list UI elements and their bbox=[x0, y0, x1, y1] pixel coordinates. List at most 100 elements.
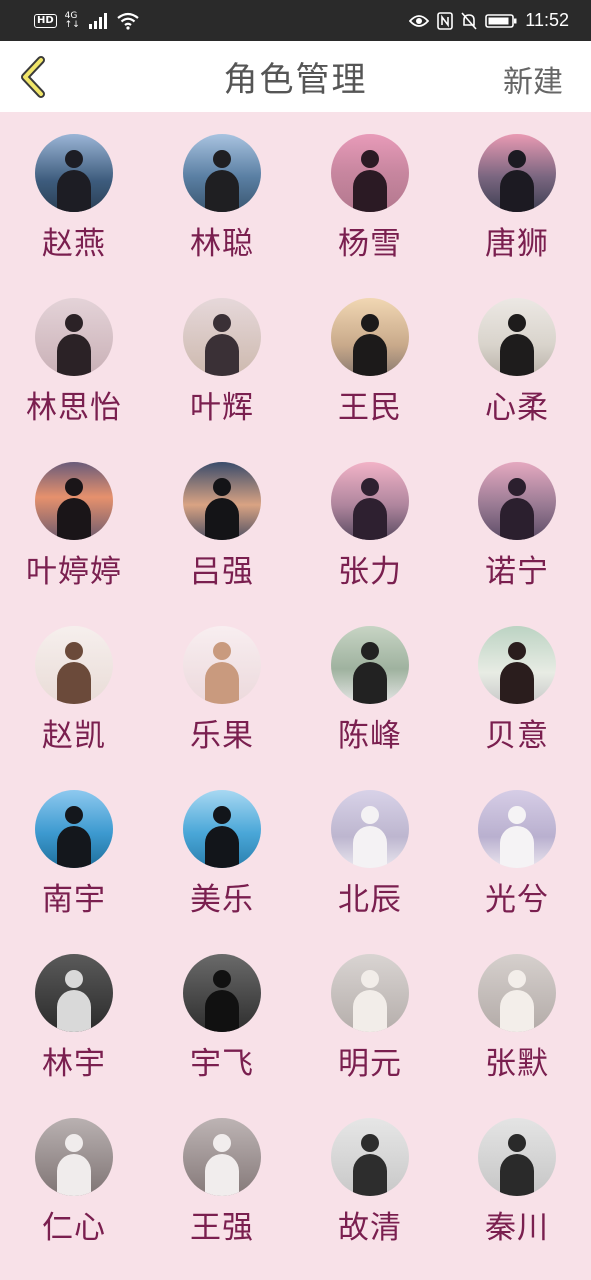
avatar-figure-head bbox=[361, 1134, 379, 1152]
avatar-figure-head bbox=[213, 970, 231, 988]
avatar-figure-body bbox=[205, 498, 239, 540]
nav-bar: 角色管理 新建 bbox=[0, 41, 591, 112]
character-item[interactable]: 吕强 bbox=[148, 440, 296, 604]
character-item[interactable]: 赵凯 bbox=[0, 604, 148, 768]
character-item[interactable]: 宇飞 bbox=[148, 932, 296, 1096]
status-bar: HD 4G ↑↓ 11:52 bbox=[0, 0, 591, 41]
character-item[interactable]: 美乐 bbox=[148, 768, 296, 932]
avatar-figure-head bbox=[508, 970, 526, 988]
character-item[interactable]: 诺宁 bbox=[443, 440, 591, 604]
character-avatar bbox=[35, 954, 113, 1032]
character-avatar bbox=[331, 462, 409, 540]
character-item[interactable]: 叶婷婷 bbox=[0, 440, 148, 604]
avatar-figure-body bbox=[57, 990, 91, 1032]
character-name: 林聪 bbox=[190, 226, 254, 262]
character-name: 唐狮 bbox=[485, 226, 549, 262]
character-name: 乐果 bbox=[190, 718, 254, 754]
character-item[interactable]: 南宇 bbox=[0, 768, 148, 932]
character-name: 美乐 bbox=[190, 882, 254, 918]
avatar-figure-head bbox=[508, 150, 526, 168]
status-time: 11:52 bbox=[525, 10, 569, 30]
chevron-left-icon bbox=[21, 56, 45, 98]
character-item[interactable]: 王强 bbox=[148, 1096, 296, 1260]
avatar-figure-body bbox=[57, 826, 91, 868]
avatar-figure-body bbox=[57, 334, 91, 376]
character-name: 陈峰 bbox=[338, 718, 402, 754]
character-avatar bbox=[478, 462, 556, 540]
character-avatar bbox=[478, 134, 556, 212]
character-item[interactable]: 张默 bbox=[443, 932, 591, 1096]
network-type: 4G ↑↓ bbox=[65, 11, 80, 30]
character-avatar bbox=[183, 462, 261, 540]
avatar-figure-body bbox=[57, 662, 91, 704]
character-item[interactable]: 林聪 bbox=[148, 112, 296, 276]
avatar-figure-head bbox=[508, 642, 526, 660]
character-avatar bbox=[35, 462, 113, 540]
character-avatar bbox=[331, 1118, 409, 1196]
status-left: HD 4G ↑↓ bbox=[34, 11, 140, 30]
avatar-figure-head bbox=[213, 642, 231, 660]
character-grid: 赵燕 林聪 杨雪 唐狮林思怡 叶辉 王民 心柔叶婷婷 吕强 张力 诺宁赵凯 乐果 陈峰 贝意南宇 美乐 北辰… bbox=[0, 112, 591, 1280]
character-item[interactable]: 北辰 bbox=[296, 768, 444, 932]
character-item[interactable]: 明元 bbox=[296, 932, 444, 1096]
character-item[interactable]: 心柔 bbox=[443, 276, 591, 440]
character-name: 林思怡 bbox=[26, 390, 122, 426]
avatar-figure-body bbox=[353, 1154, 387, 1196]
avatar-figure-head bbox=[65, 478, 83, 496]
character-name: 赵燕 bbox=[42, 226, 106, 262]
avatar-figure-body bbox=[57, 170, 91, 212]
character-avatar bbox=[331, 626, 409, 704]
character-item[interactable]: 贝意 bbox=[443, 604, 591, 768]
character-item[interactable]: 陈峰 bbox=[296, 604, 444, 768]
hd-badge: HD bbox=[34, 13, 57, 28]
avatar-figure-head bbox=[65, 970, 83, 988]
character-avatar bbox=[35, 134, 113, 212]
avatar-figure-head bbox=[361, 642, 379, 660]
avatar-figure-head bbox=[65, 150, 83, 168]
avatar-figure-body bbox=[57, 498, 91, 540]
character-avatar bbox=[183, 954, 261, 1032]
character-item[interactable]: 叶辉 bbox=[148, 276, 296, 440]
signal-icon bbox=[88, 12, 107, 29]
character-name: 张力 bbox=[338, 554, 402, 590]
character-avatar bbox=[478, 298, 556, 376]
avatar-figure-head bbox=[361, 806, 379, 824]
character-item[interactable]: 林宇 bbox=[0, 932, 148, 1096]
character-avatar bbox=[183, 790, 261, 868]
character-item[interactable]: 杨雪 bbox=[296, 112, 444, 276]
wifi-icon bbox=[117, 12, 139, 30]
character-name: 王强 bbox=[190, 1210, 254, 1246]
character-item[interactable]: 仁心 bbox=[0, 1096, 148, 1260]
avatar-figure-head bbox=[213, 478, 231, 496]
character-name: 林宇 bbox=[42, 1046, 106, 1082]
character-item[interactable]: 王民 bbox=[296, 276, 444, 440]
avatar-figure-head bbox=[508, 314, 526, 332]
character-avatar bbox=[478, 1118, 556, 1196]
character-name: 张默 bbox=[485, 1046, 549, 1082]
character-avatar bbox=[331, 298, 409, 376]
character-avatar bbox=[35, 626, 113, 704]
character-avatar bbox=[478, 626, 556, 704]
character-item[interactable]: 故清 bbox=[296, 1096, 444, 1260]
new-button[interactable]: 新建 bbox=[503, 57, 563, 101]
avatar-figure-head bbox=[361, 970, 379, 988]
character-item[interactable]: 唐狮 bbox=[443, 112, 591, 276]
character-avatar bbox=[35, 298, 113, 376]
avatar-figure-body bbox=[500, 334, 534, 376]
character-name: 贝意 bbox=[485, 718, 549, 754]
avatar-figure-head bbox=[65, 806, 83, 824]
character-item[interactable]: 秦川 bbox=[443, 1096, 591, 1260]
character-name: 杨雪 bbox=[338, 226, 402, 262]
character-name: 赵凯 bbox=[42, 718, 106, 754]
character-item[interactable]: 张力 bbox=[296, 440, 444, 604]
back-button[interactable] bbox=[14, 55, 50, 99]
avatar-figure-head bbox=[361, 314, 379, 332]
avatar-figure-body bbox=[500, 498, 534, 540]
character-avatar bbox=[183, 626, 261, 704]
status-right: 11:52 bbox=[409, 10, 569, 31]
character-item[interactable]: 光兮 bbox=[443, 768, 591, 932]
character-name: 明元 bbox=[338, 1046, 402, 1082]
character-item[interactable]: 林思怡 bbox=[0, 276, 148, 440]
character-item[interactable]: 赵燕 bbox=[0, 112, 148, 276]
character-item[interactable]: 乐果 bbox=[148, 604, 296, 768]
